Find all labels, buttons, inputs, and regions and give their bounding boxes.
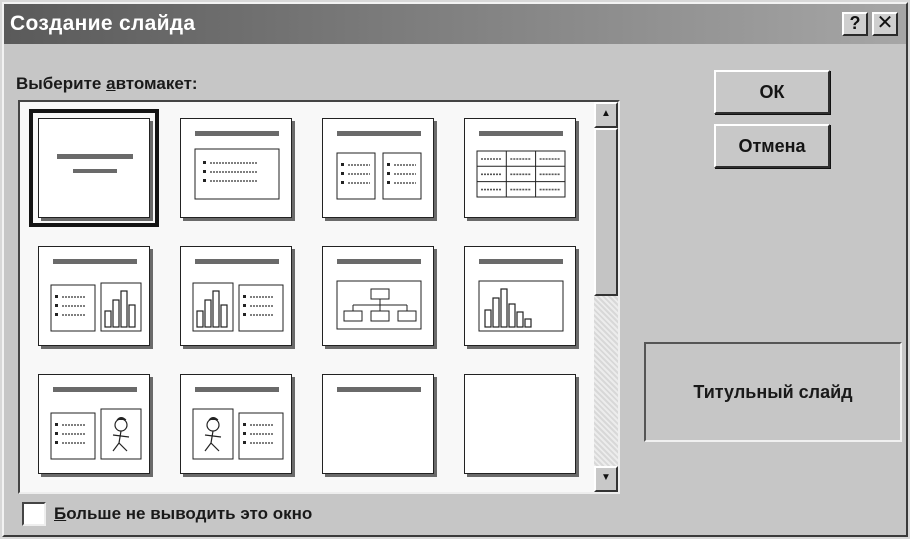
layout-chart[interactable] — [464, 246, 576, 346]
layout-text-and-chart[interactable] — [38, 246, 150, 346]
layout-org-chart[interactable] — [322, 246, 434, 346]
close-button[interactable]: ✕ — [872, 12, 898, 36]
dont-show-again-checkbox[interactable] — [22, 502, 46, 526]
dialog-title: Создание слайда — [10, 12, 196, 35]
layout-clip-art-and-text[interactable] — [180, 374, 292, 474]
ok-button[interactable]: ОК — [714, 70, 830, 114]
dont-show-again-label: Больше не выводить это окно — [54, 504, 313, 523]
layout-thumbnail-icon — [192, 387, 284, 460]
layout-table[interactable] — [464, 118, 576, 218]
layout-thumbnail-icon — [337, 387, 421, 392]
layout-thumbnail-icon — [336, 259, 422, 330]
layout-thumbnail-icon — [478, 259, 564, 332]
scroll-up-button[interactable]: ▲ — [594, 102, 618, 128]
layout-thumbnail-icon — [465, 375, 577, 475]
scrollbar[interactable]: ▲ ▼ — [594, 102, 618, 492]
new-slide-dialog: Создание слайда ? ✕ Выберите автомакет: … — [2, 2, 908, 537]
layout-thumbnail-icon — [50, 387, 142, 460]
layout-thumbnail-icon — [192, 259, 284, 332]
layout-bulleted-list[interactable] — [180, 118, 292, 218]
layout-thumbnail-icon — [57, 154, 133, 173]
layout-title[interactable] — [29, 109, 159, 227]
layout-preview-caption: Титульный слайд — [644, 342, 902, 442]
layout-thumbnail-icon — [194, 131, 280, 200]
autolayout-label: Выберите автомакет: — [16, 74, 198, 93]
layout-thumbnail-icon — [476, 131, 566, 198]
layout-text-and-clip-art[interactable] — [38, 374, 150, 474]
scroll-down-button[interactable]: ▼ — [594, 466, 618, 492]
layout-blank[interactable] — [464, 374, 576, 474]
layout-thumbnail-icon — [50, 259, 142, 332]
title-bar: Создание слайда ? ✕ — [4, 4, 906, 44]
dont-show-again-option[interactable]: Больше не выводить это окно — [22, 502, 312, 526]
help-button[interactable]: ? — [842, 12, 868, 36]
layout-chart-and-text[interactable] — [180, 246, 292, 346]
layout-thumbnail-icon — [336, 131, 422, 200]
scroll-thumb[interactable] — [594, 128, 618, 296]
autolayout-list[interactable]: ▲ ▼ — [18, 100, 620, 494]
cancel-button[interactable]: Отмена — [714, 124, 830, 168]
layout-title-only[interactable] — [322, 374, 434, 474]
layout-two-column-text[interactable] — [322, 118, 434, 218]
